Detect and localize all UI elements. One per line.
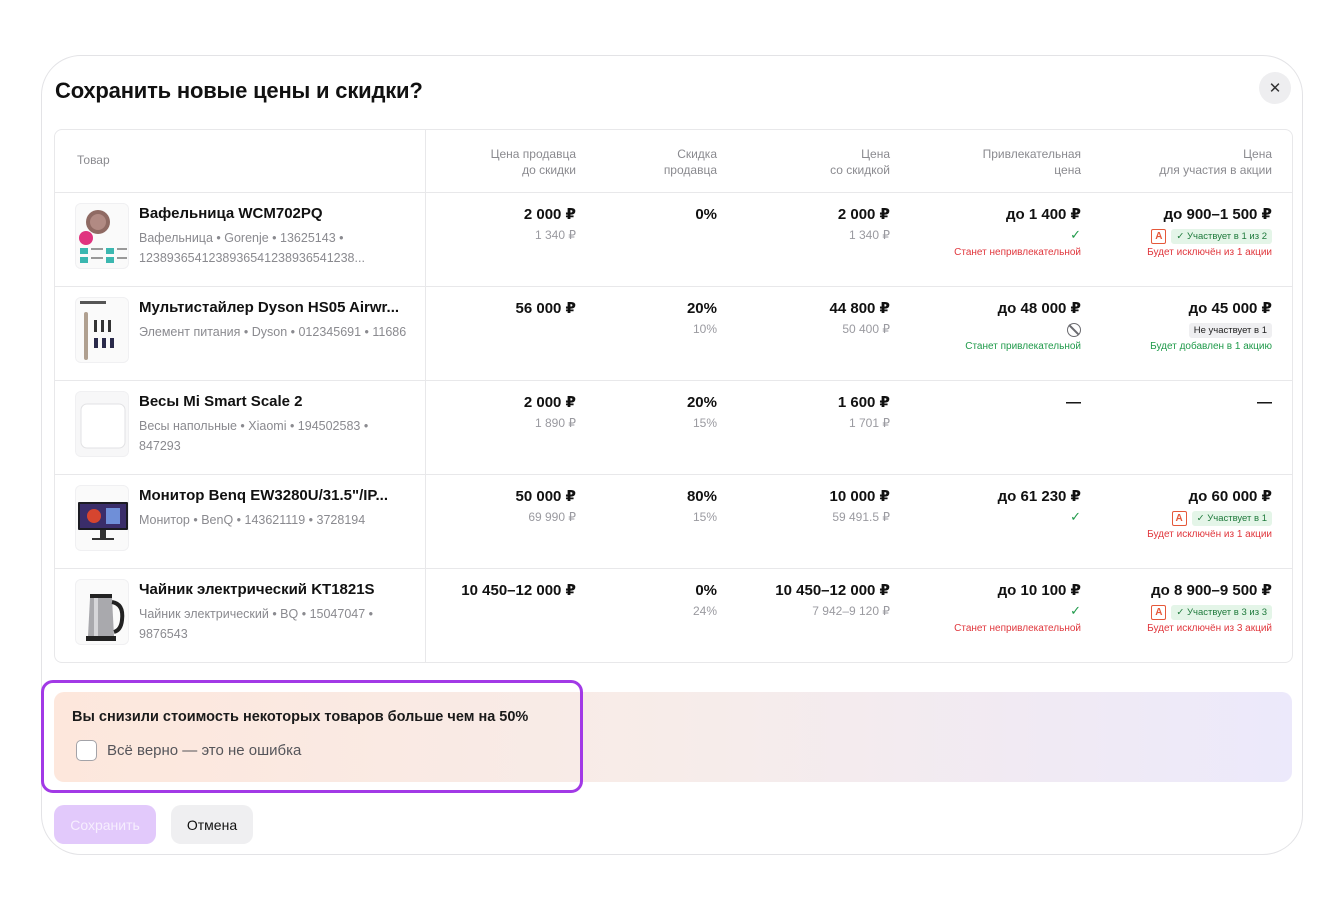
table-header: Товар Цена продавца до скидки Скидка про…	[55, 130, 1292, 194]
promo-price-cell: до 900–1 500 ₽ А ✓ Участвует в 1 из 2 Бу…	[1147, 205, 1272, 261]
table-row: Чайник электрический KT1821S Чайник элек…	[55, 568, 1292, 662]
promo-status-pill: ✓ Участвует в 1	[1191, 510, 1272, 526]
promo-price-cell: до 60 000 ₽ А ✓ Участвует в 1 Будет искл…	[1147, 487, 1272, 543]
product-name[interactable]: Мультистайлер Dyson HS05 Airwr...	[139, 299, 399, 316]
seller-price-cell: 56 000 ₽	[515, 300, 576, 317]
ban-icon	[1067, 322, 1081, 337]
close-button[interactable]: ✕	[1259, 72, 1291, 104]
monitor-image	[75, 485, 129, 551]
attractive-price-cell: до 10 100 ₽ ✓ Станет непривлекательной	[954, 581, 1081, 637]
promo-a-badge-icon: А	[1151, 604, 1167, 620]
header-seller-price: Цена продавца до скидки	[490, 147, 576, 177]
seller-price-cell: 2 000 ₽ 1 890 ₽	[523, 394, 576, 430]
confirm-checkbox[interactable]	[76, 740, 97, 761]
confirm-checkbox-label[interactable]: Всё верно — это не ошибка	[107, 742, 301, 759]
scale-image	[75, 391, 129, 457]
product-meta: Чайник электрический • BQ • 15047047 • 9…	[139, 607, 374, 641]
discount-cell: 80% 15%	[686, 488, 717, 524]
check-icon: ✓	[1070, 509, 1081, 524]
check-icon: ✓	[1070, 227, 1081, 242]
cancel-button[interactable]: Отмена	[171, 805, 253, 844]
promo-status-pill: ✓ Участвует в 3 из 3	[1171, 604, 1272, 620]
discount-cell: 20% 10%	[686, 300, 717, 336]
promo-price-cell: до 8 900–9 500 ₽ А ✓ Участвует в 3 из 3 …	[1147, 581, 1272, 637]
kettle-image	[75, 579, 129, 645]
promo-a-badge-icon: А	[1151, 228, 1167, 244]
header-promo-price: Цена для участия в акции	[1159, 147, 1272, 177]
table-row: Весы Mi Smart Scale 2 Весы напольные • X…	[55, 380, 1292, 474]
discounted-price-cell: 1 600 ₽ 1 701 ₽	[837, 394, 890, 430]
promo-price-cell: —	[1257, 394, 1272, 411]
waffle-maker-image	[75, 203, 129, 269]
promo-note: Будет исключён из 1 акции	[1147, 247, 1272, 258]
header-discounted-price: Цена со скидкой	[830, 147, 890, 177]
product-name[interactable]: Весы Mi Smart Scale 2	[139, 393, 303, 410]
check-icon: ✓	[1070, 603, 1081, 618]
attractive-price-cell: до 1 400 ₽ ✓ Станет непривлекательной	[954, 205, 1081, 261]
header-seller-discount: Скидка продавца	[663, 147, 717, 177]
product-meta: Весы напольные • Xiaomi • 194502583 • 84…	[139, 419, 369, 453]
discounted-price-cell: 44 800 ₽ 50 400 ₽	[829, 300, 890, 336]
seller-price-cell: 50 000 ₽ 69 990 ₽	[515, 488, 576, 524]
modal-title: Сохранить новые цены и скидки?	[55, 78, 423, 103]
promo-note: Будет исключён из 3 акций	[1147, 623, 1272, 634]
promo-status-pill: ✓ Участвует в 1 из 2	[1171, 228, 1272, 244]
attractive-price-cell: до 48 000 ₽ Станет привлекательной	[965, 299, 1081, 355]
seller-price-cell: 10 450–12 000 ₽	[461, 582, 576, 599]
promo-note: Будет исключён из 1 акции	[1147, 529, 1272, 540]
promo-status-pill: Не участвует в 1	[1188, 322, 1272, 338]
product-name[interactable]: Вафельница WCM702PQ	[139, 205, 323, 222]
product-meta: Элемент питания • Dyson • 012345691 • 11…	[139, 325, 407, 339]
table-row: Монитор Benq EW3280U/31.5"/IP... Монитор…	[55, 474, 1292, 568]
seller-price-cell: 2 000 ₽ 1 340 ₽	[523, 206, 576, 242]
promo-a-badge-icon: А	[1171, 510, 1187, 526]
save-button[interactable]: Сохранить	[54, 805, 156, 844]
header-product: Товар	[77, 153, 110, 167]
promo-price-cell: до 45 000 ₽ Не участвует в 1 Будет добав…	[1150, 299, 1272, 355]
table-row: Вафельница WCM702PQ Вафельница • Gorenje…	[55, 192, 1292, 286]
discount-cell: 0% 24%	[692, 582, 717, 618]
product-meta: Вафельница • Gorenje • 13625143 • 123893…	[139, 231, 365, 265]
product-name[interactable]: Монитор Benq EW3280U/31.5"/IP...	[139, 487, 388, 504]
attractive-note: Станет непривлекательной	[954, 623, 1081, 634]
attractive-note: Станет непривлекательной	[954, 247, 1081, 258]
discount-cell: 20% 15%	[686, 394, 717, 430]
discounted-price-cell: 2 000 ₽ 1 340 ₽	[837, 206, 890, 242]
attractive-note: Станет привлекательной	[965, 341, 1081, 352]
prices-table: Товар Цена продавца до скидки Скидка про…	[54, 129, 1293, 663]
promo-note: Будет добавлен в 1 акцию	[1150, 341, 1272, 352]
discounted-price-cell: 10 450–12 000 ₽ 7 942–9 120 ₽	[775, 582, 890, 618]
warning-text: Вы снизили стоимость некоторых товаров б…	[72, 709, 529, 725]
warning-highlight-frame	[41, 680, 583, 793]
close-icon: ✕	[1268, 80, 1282, 97]
header-attractive-price: Привлекательная цена	[982, 147, 1081, 177]
product-name[interactable]: Чайник электрический KT1821S	[139, 581, 375, 598]
product-meta: Монитор • BenQ • 143621119 • 3728194	[139, 513, 366, 527]
discount-cell: 0%	[695, 206, 717, 223]
discounted-price-cell: 10 000 ₽ 59 491.5 ₽	[829, 488, 890, 524]
table-row: Мультистайлер Dyson HS05 Airwr... Элемен…	[55, 286, 1292, 380]
attractive-price-cell: —	[1066, 394, 1081, 411]
attractive-price-cell: до 61 230 ₽ ✓	[997, 488, 1081, 524]
hair-styler-image	[75, 297, 129, 363]
